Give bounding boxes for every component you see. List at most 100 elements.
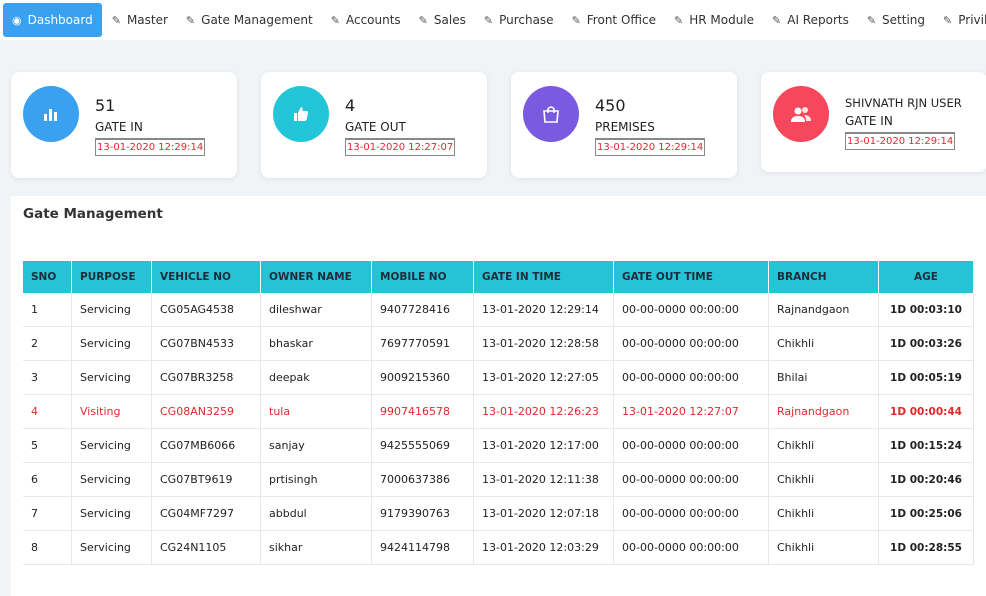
cell-age: 1D 00:15:24: [878, 428, 974, 463]
cell-mobile: 9179390763: [371, 496, 474, 531]
cell-branch: Chikhli: [768, 496, 879, 531]
col-branch[interactable]: BRANCH: [768, 261, 879, 293]
nav-label: Master: [126, 13, 168, 27]
edit-icon: ✎: [185, 13, 196, 27]
cell-sno: 6: [23, 462, 72, 497]
nav-master[interactable]: ✎ Master: [104, 3, 176, 37]
table-row[interactable]: 3 Servicing CG07BR3258 deepak 9009215360…: [23, 360, 974, 395]
cell-branch: Chikhli: [768, 326, 879, 361]
cell-branch: Chikhli: [768, 428, 879, 463]
col-purpose[interactable]: PURPOSE: [71, 261, 152, 293]
cell-age: 1D 00:03:10: [878, 293, 974, 327]
cell-vehicle: CG07BR3258: [151, 360, 261, 395]
cell-purpose: Servicing: [71, 360, 152, 395]
cell-vehicle: CG04MF7297: [151, 496, 261, 531]
nav-label: HR Module: [689, 13, 755, 27]
table-row[interactable]: 8 Servicing CG24N1105 sikhar 9424114798 …: [23, 530, 974, 565]
cell-purpose: Servicing: [71, 462, 152, 497]
col-vehicle[interactable]: VEHICLE NO: [151, 261, 261, 293]
cell-mobile: 7000637386: [371, 462, 474, 497]
cell-age: 1D 00:00:44: [878, 394, 974, 429]
users-icon: [773, 86, 829, 142]
gate-in-count: 51: [95, 96, 116, 115]
cell-owner: deepak: [260, 360, 372, 395]
cell-owner: sikhar: [260, 530, 372, 565]
cell-gate-in: 13-01-2020 12:03:29: [473, 530, 614, 565]
table-row[interactable]: 7 Servicing CG04MF7297 abbdul 9179390763…: [23, 496, 974, 531]
gate-out-timestamp: 13-01-2020 12:27:07: [345, 138, 456, 156]
premises-label: PREMISES: [595, 120, 655, 134]
nav-label: Setting: [882, 13, 926, 27]
cell-gate-out: 13-01-2020 12:27:07: [613, 394, 769, 429]
nav-front-office[interactable]: ✎ Front Office: [564, 3, 664, 37]
cell-vehicle: CG07MB6066: [151, 428, 261, 463]
cell-vehicle: CG07BN4533: [151, 326, 261, 361]
gate-out-card: 4 GATE OUT 13-01-2020 12:27:07: [261, 72, 487, 178]
cell-age: 1D 00:25:06: [878, 496, 974, 531]
col-sno[interactable]: SNO: [23, 261, 72, 293]
cell-gate-out: 00-00-0000 00:00:00: [613, 326, 769, 361]
edit-icon: ✎: [673, 13, 684, 27]
cell-branch: Bhilai: [768, 360, 879, 395]
col-mobile[interactable]: MOBILE NO: [371, 261, 474, 293]
cell-purpose: Servicing: [71, 530, 152, 565]
shopping-bag-icon: [523, 86, 579, 142]
nav-purchase[interactable]: ✎ Purchase: [476, 3, 562, 37]
cell-owner: tula: [260, 394, 372, 429]
nav-label: Front Office: [586, 13, 656, 27]
cell-mobile: 9407728416: [371, 293, 474, 327]
nav-label: AI Reports: [787, 13, 849, 27]
cell-mobile: 9907416578: [371, 394, 474, 429]
nav-hr-module[interactable]: ✎ HR Module: [666, 3, 762, 37]
nav-label: Dashboard: [27, 13, 93, 27]
cell-owner: prtisingh: [260, 462, 372, 497]
table-row[interactable]: 1 Servicing CG05AG4538 dileshwar 9407728…: [23, 293, 974, 327]
table-row[interactable]: 2 Servicing CG07BN4533 bhaskar 769777059…: [23, 326, 974, 361]
cell-branch: Chikhli: [768, 530, 879, 565]
edit-icon: ✎: [772, 13, 782, 27]
cell-owner: dileshwar: [260, 293, 372, 327]
user-gate-label: GATE IN: [845, 114, 893, 128]
nav-label: Accounts: [345, 13, 401, 27]
edit-icon: ✎: [571, 13, 581, 27]
table-row[interactable]: 6 Servicing CG07BT9619 prtisingh 7000637…: [23, 462, 974, 497]
nav-ai-reports[interactable]: ✎ AI Reports: [764, 3, 857, 37]
cell-gate-out: 00-00-0000 00:00:00: [613, 462, 769, 497]
thumbs-up-icon: [273, 86, 329, 142]
cell-gate-in: 13-01-2020 12:26:23: [473, 394, 614, 429]
col-gate-in[interactable]: GATE IN TIME: [473, 261, 614, 293]
cell-sno: 7: [23, 496, 72, 531]
cell-gate-in: 13-01-2020 12:29:14: [473, 293, 614, 327]
cell-purpose: Servicing: [71, 293, 152, 327]
nav-label: Purchase: [499, 13, 554, 27]
cell-gate-in: 13-01-2020 12:28:58: [473, 326, 614, 361]
cell-gate-in: 13-01-2020 12:27:05: [473, 360, 614, 395]
cell-gate-out: 00-00-0000 00:00:00: [613, 360, 769, 395]
nav-gate-management[interactable]: ✎ Gate Management: [178, 3, 321, 37]
gate-out-label: GATE OUT: [345, 120, 406, 134]
cell-purpose: Servicing: [71, 326, 152, 361]
cell-age: 1D 00:03:26: [878, 326, 974, 361]
cell-sno: 5: [23, 428, 72, 463]
edit-icon: ✎: [111, 13, 121, 27]
nav-sales[interactable]: ✎ Sales: [411, 3, 474, 37]
col-gate-out[interactable]: GATE OUT TIME: [613, 261, 769, 293]
cell-purpose: Visiting: [71, 394, 152, 429]
premises-card: 450 PREMISES 13-01-2020 12:29:14: [511, 72, 737, 178]
nav-dashboard[interactable]: ◉ Dashboard: [3, 3, 102, 37]
nav-label: Privileg: [958, 13, 986, 27]
gate-in-timestamp: 13-01-2020 12:29:14: [95, 138, 206, 156]
nav-setting[interactable]: ✎ Setting: [859, 3, 933, 37]
nav-privileges[interactable]: ✎ Privileg: [935, 3, 986, 37]
cell-vehicle: CG08AN3259: [151, 394, 261, 429]
cell-gate-out: 00-00-0000 00:00:00: [613, 530, 769, 565]
cell-mobile: 7697770591: [371, 326, 474, 361]
gate-management-panel: Gate Management SNO PURPOSE VEHICLE NO O…: [11, 196, 986, 596]
col-owner[interactable]: OWNER NAME: [260, 261, 372, 293]
bar-chart-icon: [23, 86, 79, 142]
cell-gate-in: 13-01-2020 12:11:38: [473, 462, 614, 497]
col-age[interactable]: AGE: [878, 261, 974, 293]
nav-accounts[interactable]: ✎ Accounts: [323, 3, 409, 37]
table-row-highlighted[interactable]: 4 Visiting CG08AN3259 tula 9907416578 13…: [23, 394, 974, 429]
table-row[interactable]: 5 Servicing CG07MB6066 sanjay 9425555069…: [23, 428, 974, 463]
